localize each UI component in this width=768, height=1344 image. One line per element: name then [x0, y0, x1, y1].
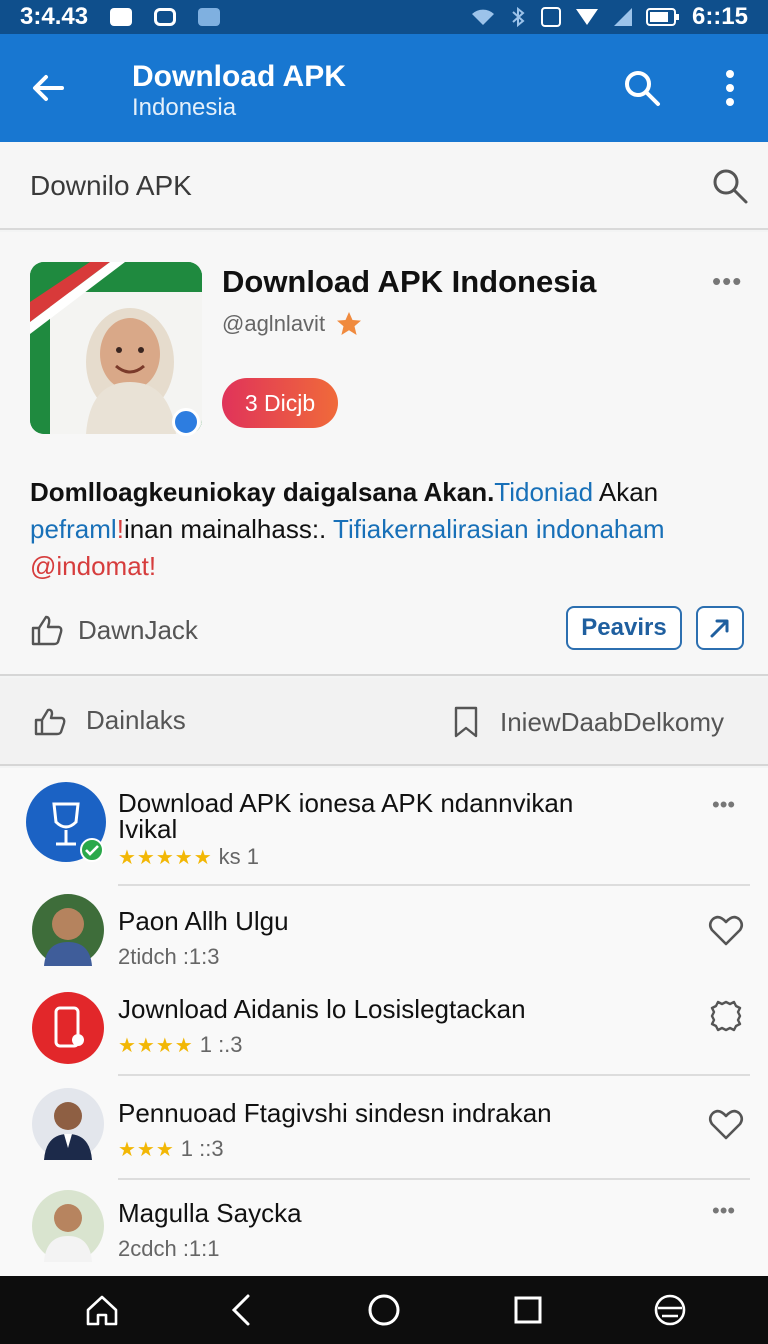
list-item-title: Paon Allh Ulgu	[118, 906, 289, 936]
list-item[interactable]: Paon Allh Ulgu 2tidch :1:3	[0, 886, 768, 982]
status-time-right: 6::15	[691, 3, 748, 30]
search-text: Downilo APK	[30, 170, 192, 201]
tab-downloads[interactable]: Dainlaks	[32, 704, 186, 736]
desc-red-1: !	[116, 514, 124, 544]
message-icon	[154, 8, 177, 26]
search-bar-icon[interactable]	[710, 166, 750, 206]
list-item-title: Magulla Saycka	[118, 1198, 302, 1228]
app-bar-titles: Download APK Indonesia	[132, 60, 346, 122]
tab-review-delivery-label: IniewDaabDelkomy	[500, 706, 724, 737]
desc-text-1: Domlloagkeuniokay daigalsana Akan.	[30, 477, 495, 507]
profile-handle-row: @aglnlavit	[222, 310, 363, 338]
thumbs-up-icon	[31, 615, 63, 646]
app-bar-title: Download APK	[132, 60, 346, 93]
list-item[interactable]: Pennuoad Ftagivshi sindesn indrakan ★★★ …	[0, 1078, 768, 1182]
desc-link-2[interactable]: peframl	[30, 514, 117, 544]
hand-icon	[34, 708, 66, 736]
follow-pill-button[interactable]: 3 Dicjb	[222, 378, 338, 428]
nav-back-icon[interactable]	[222, 1290, 262, 1330]
card-actions: DawnJack Peavirs	[0, 602, 768, 662]
wifi-icon	[471, 9, 494, 25]
system-nav-bar	[0, 1276, 768, 1344]
list-item[interactable]: Download APK ionesa APK ndannvikan Ivikal…	[0, 768, 768, 886]
signal-icon	[575, 9, 598, 25]
bluetooth-icon	[512, 6, 525, 28]
battery-icon	[645, 8, 679, 26]
list-item-more-icon[interactable]: •••	[712, 792, 735, 818]
search-icon[interactable]	[622, 68, 662, 108]
nav-recents-icon[interactable]	[508, 1290, 548, 1330]
profile-avatar[interactable]	[30, 262, 202, 434]
desc-text-3: inan mainalhass:.	[123, 514, 327, 544]
nfc-icon	[540, 7, 561, 27]
nav-home-circle-icon[interactable]	[364, 1290, 404, 1330]
rating-stars: ★★★	[118, 1138, 175, 1161]
app-bar-subtitle: Indonesia	[132, 94, 237, 121]
review-button[interactable]: Peavirs	[566, 606, 682, 650]
status-time-left: 3:4.43	[20, 3, 89, 30]
rating-stars: ★★★★	[118, 1034, 194, 1057]
profile-name: Download APK Indonesia	[222, 264, 597, 299]
search-bar[interactable]: Downilo APK	[0, 142, 768, 230]
bookmark-icon	[454, 706, 478, 738]
app-list: Download APK ionesa APK ndannvikan Ivikal…	[0, 768, 768, 1276]
star-icon	[337, 312, 362, 335]
list-item[interactable]: Magulla Saycka 2cdch :1:1 •••	[0, 1182, 768, 1276]
like-label: DawnJack	[78, 614, 198, 645]
status-bar: 3:4.43 6::15	[0, 0, 768, 34]
list-item-avatar	[32, 894, 104, 966]
app-bar: Download APK Indonesia	[0, 34, 768, 142]
list-item-title: Jownload Aidanis lo Losislegtackan	[118, 994, 526, 1024]
profile-description: Domlloagkeuniokay daigalsana Akan.Tidoni…	[30, 474, 740, 585]
tab-review-delivery[interactable]: IniewDaabDelkomy	[450, 704, 724, 740]
list-item-avatar	[32, 992, 104, 1064]
verified-badge-icon	[172, 408, 200, 436]
list-item[interactable]: Jownload Aidanis lo Losislegtackan ★★★★ …	[0, 982, 768, 1078]
cell-signal-icon	[613, 8, 632, 26]
heart-icon[interactable]	[706, 1104, 746, 1144]
list-item-more-icon[interactable]: •••	[712, 1198, 735, 1224]
list-item-meta: 2tidch :1:3	[118, 944, 220, 969]
like-button[interactable]: DawnJack	[30, 614, 198, 646]
home-house-icon[interactable]	[82, 1290, 122, 1330]
divider	[118, 1074, 750, 1076]
share-arrow-icon	[710, 619, 729, 638]
vpn-icon	[198, 8, 221, 26]
list-item-avatar	[32, 1190, 104, 1262]
list-item-meta: 2cdch :1:1	[118, 1236, 220, 1261]
list-item-title: Download APK ionesa APK ndannvikan Ivikal	[118, 788, 574, 844]
back-arrow-icon[interactable]	[26, 66, 70, 110]
profile-card: Download APK Indonesia @aglnlavit ••• 3 …	[0, 232, 768, 676]
desc-text-2: Akan	[598, 477, 659, 507]
list-item-avatar	[32, 1088, 104, 1160]
profile-handle: @aglnlavit	[222, 311, 326, 336]
desc-link-3[interactable]: Tifiakernalirasian indonaham	[333, 514, 664, 544]
list-item-meta: ★★★★ 1 :.3	[118, 1032, 243, 1057]
desc-mention[interactable]: @indomat!	[30, 551, 156, 581]
rating-stars: ★★★★★	[118, 846, 213, 869]
card-more-icon[interactable]: •••	[712, 266, 742, 297]
nav-assistant-icon[interactable]	[650, 1290, 690, 1330]
mail-icon	[110, 8, 133, 26]
more-vert-icon[interactable]	[716, 66, 744, 110]
tabs-row: Dainlaks IniewDaabDelkomy	[0, 678, 768, 766]
list-item-meta: ★★★★★ ks 1	[118, 844, 260, 869]
check-badge-icon	[80, 838, 104, 862]
tab-downloads-label: Dainlaks	[86, 704, 186, 735]
share-button[interactable]	[696, 606, 744, 650]
divider	[118, 1178, 750, 1180]
desc-link-1[interactable]: Tidoniad	[494, 477, 593, 507]
list-item-title: Pennuoad Ftagivshi sindesn indrakan	[118, 1098, 552, 1128]
list-item-meta: ★★★ 1 ::3	[118, 1136, 224, 1161]
heart-icon[interactable]	[706, 910, 746, 950]
gear-icon[interactable]	[706, 996, 746, 1036]
